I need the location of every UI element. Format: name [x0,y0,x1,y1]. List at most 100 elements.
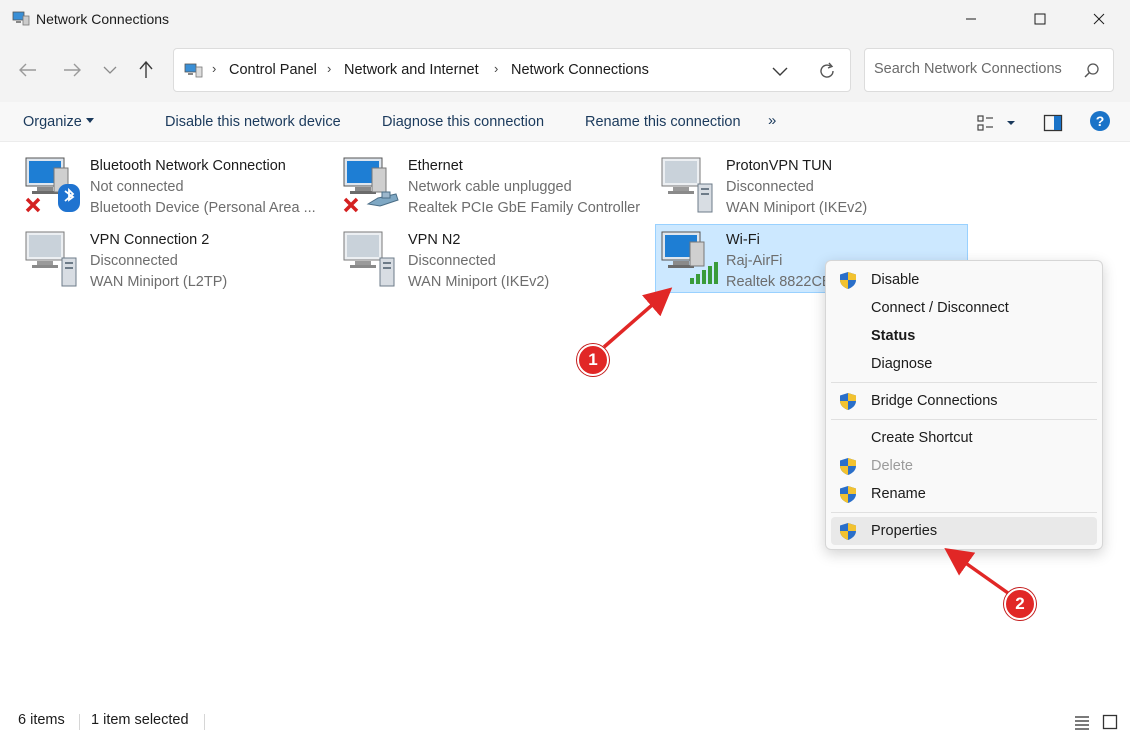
menu-item-label: Bridge Connections [871,393,998,409]
item-status: Disconnected [726,179,814,195]
item-device: WAN Miniport (IKEv2) [726,200,868,216]
item-status: Raj-AirFi [726,253,783,269]
search-icon[interactable] [1083,62,1101,80]
menu-item-label: Connect / Disconnect [871,300,1009,316]
menu-item-properties[interactable]: Properties [831,517,1097,545]
network-connections-app-icon [12,11,30,26]
status-separator [79,714,80,730]
item-name: ProtonVPN TUN [726,158,833,174]
svg-text:?: ? [1096,113,1105,129]
connection-item-protonvpn[interactable]: ProtonVPN TUN Disconnected WAN Miniport … [660,152,960,218]
breadcrumb-separator: › [494,61,499,76]
item-text: Bluetooth Network Connection Not connect… [90,156,316,219]
window-title: Network Connections [36,11,170,27]
item-name: VPN N2 [408,232,461,248]
menu-item-connect-disconnect[interactable]: Connect / Disconnect [831,294,1097,322]
arrow-up-icon [139,61,153,78]
close-button[interactable] [1076,0,1122,38]
annotation-badge-1: 1 [577,344,609,376]
item-status: Disconnected [408,253,496,269]
maximize-button[interactable] [1017,0,1063,38]
help-icon[interactable]: ? [1089,110,1111,132]
arrow-right-icon [64,63,81,77]
up-button[interactable] [134,58,158,82]
annotation-arrow-1 [602,287,673,349]
annotation-badge-2: 2 [1004,588,1036,620]
menu-item-label: Rename [871,486,926,502]
maximize-icon [1034,13,1046,25]
vpn-network-icon [343,231,395,287]
item-text: ProtonVPN TUN Disconnected WAN Miniport … [726,156,867,219]
command-bar: Organize Disable this network device Dia… [0,102,1130,142]
breadcrumb-network-connections[interactable]: Network Connections [511,62,649,78]
wifi-network-icon [661,231,718,284]
rename-connection-button[interactable]: Rename this connection [585,114,741,130]
breadcrumb-separator: › [212,61,217,76]
minimize-button[interactable] [948,0,994,38]
item-name: Wi-Fi [726,232,760,248]
view-options-dropdown-icon[interactable] [1004,116,1018,130]
item-status: Disconnected [90,253,178,269]
bluetooth-network-icon [25,157,80,213]
preview-pane-icon[interactable] [1043,113,1063,133]
connection-item-vpn-n2[interactable]: VPN N2 Disconnected WAN Miniport (IKEv2) [342,226,642,292]
change-view-icon[interactable] [976,113,996,133]
status-separator [204,714,205,730]
menu-item-label: Diagnose [871,356,933,372]
menu-item-label: Disable [871,272,920,288]
item-device: WAN Miniport (IKEv2) [408,274,550,290]
disable-device-button[interactable]: Disable this network device [165,114,341,130]
item-text: VPN Connection 2 Disconnected WAN Minipo… [90,230,227,293]
recent-locations-button[interactable] [98,58,122,82]
forward-button[interactable] [60,58,84,82]
refresh-icon[interactable] [816,60,838,82]
status-bar: 6 items 1 item selected [0,706,1130,736]
breadcrumb-control-panel[interactable]: Control Panel [229,62,317,78]
navigation-bar: › Control Panel › Network and Internet ›… [0,38,1130,102]
title-bar: Network Connections [0,0,1130,38]
item-text: Wi-Fi Raj-AirFi Realtek 8822CE [726,230,832,293]
menu-item-disable[interactable]: Disable [831,266,1097,294]
menu-item-diagnose[interactable]: Diagnose [831,350,1097,378]
vpn-network-icon [25,231,77,287]
menu-separator [831,419,1097,420]
item-name: VPN Connection 2 [90,232,210,248]
item-device: Realtek PCIe GbE Family Controller [408,200,641,216]
menu-item-rename[interactable]: Rename [831,480,1097,508]
menu-item-label: Create Shortcut [871,430,973,446]
close-icon [1093,13,1105,25]
chevron-down-icon[interactable] [770,61,790,81]
context-menu: Disable Connect / Disconnect Status Diag… [825,260,1103,550]
vpn-network-icon [661,157,713,213]
item-device: WAN Miniport (L2TP) [90,274,228,290]
organize-label: Organize [23,114,82,130]
item-text: VPN N2 Disconnected WAN Miniport (IKEv2) [408,230,549,293]
address-bar[interactable]: › Control Panel › Network and Internet ›… [173,48,851,92]
details-view-icon[interactable] [1074,714,1090,730]
menu-separator [831,512,1097,513]
connection-item-bluetooth[interactable]: Bluetooth Network Connection Not connect… [24,152,324,218]
item-device: Bluetooth Device (Personal Area ... [90,200,316,216]
organize-menu[interactable]: Organize [23,114,94,130]
menu-separator [831,382,1097,383]
menu-item-create-shortcut[interactable]: Create Shortcut [831,424,1097,452]
more-commands-button[interactable]: » [768,112,776,129]
menu-item-status[interactable]: Status [831,322,1097,350]
back-button[interactable] [16,58,40,82]
uac-shield-icon [840,523,856,540]
connection-item-ethernet[interactable]: Ethernet Network cable unplugged Realtek… [342,152,642,218]
uac-shield-icon [840,393,856,410]
item-text: Ethernet Network cable unplugged Realtek… [408,156,640,219]
diagnose-connection-button[interactable]: Diagnose this connection [382,114,544,130]
menu-item-bridge-connections[interactable]: Bridge Connections [831,387,1097,415]
large-icons-view-icon[interactable] [1102,714,1118,730]
search-box[interactable] [864,48,1114,92]
search-input[interactable] [874,61,1074,77]
network-folder-icon [184,63,203,78]
breadcrumb-network-and-internet[interactable]: Network and Internet [344,62,479,78]
uac-shield-icon [840,272,856,289]
arrow-left-icon [19,63,36,77]
item-device: Realtek 8822CE [726,274,832,290]
uac-shield-icon [840,486,856,503]
connection-item-vpn-connection-2[interactable]: VPN Connection 2 Disconnected WAN Minipo… [24,226,324,292]
